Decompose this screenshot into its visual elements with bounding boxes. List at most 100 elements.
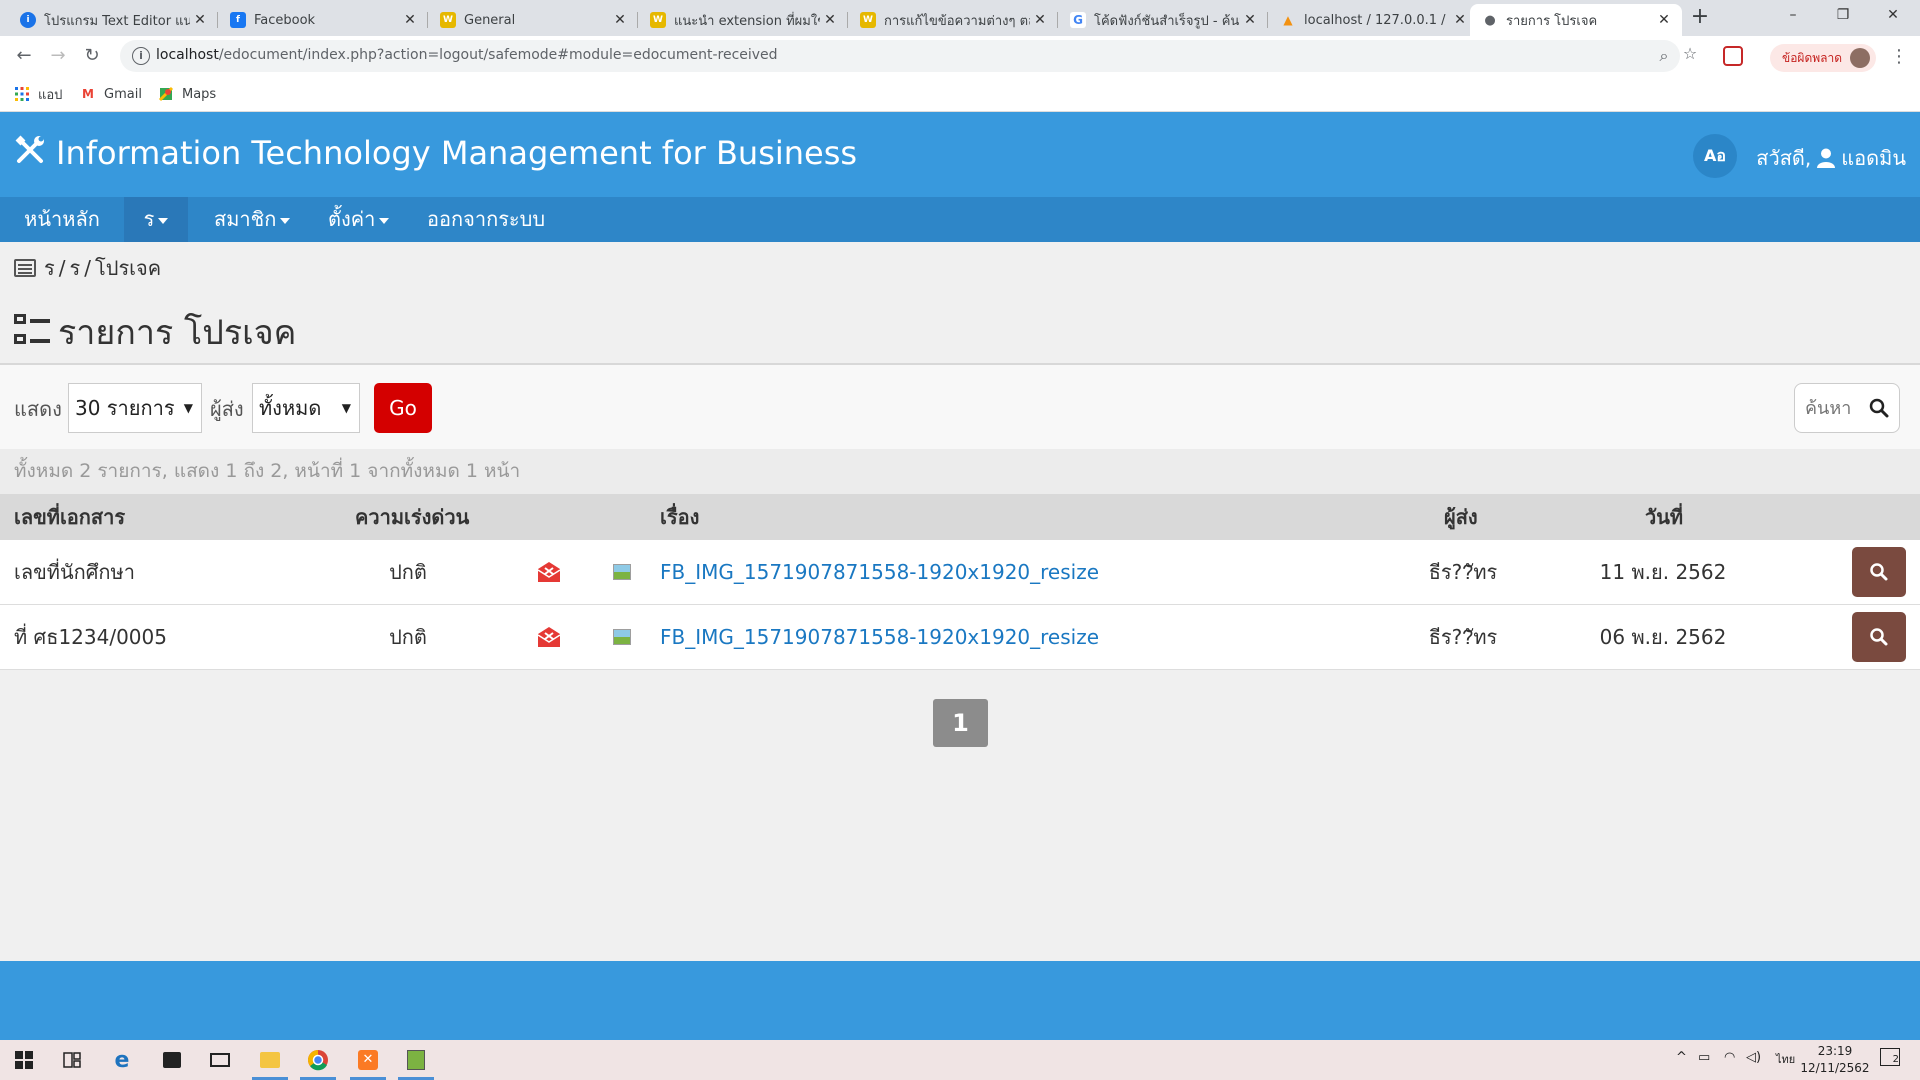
facebook-favicon-icon: f bbox=[230, 12, 246, 28]
column-header-sender[interactable]: ผู้ส่ง bbox=[1444, 494, 1478, 540]
taskbar-xampp[interactable]: ✕ bbox=[346, 1044, 390, 1080]
browser-tab[interactable]: ▲ localhost / 127.0.0.1 / e ✕ bbox=[1268, 4, 1478, 36]
wifi-icon[interactable]: ◠ bbox=[1724, 1050, 1735, 1065]
battery-icon[interactable]: ▭ bbox=[1698, 1050, 1710, 1065]
nav-documents[interactable]: ร bbox=[124, 197, 188, 242]
breadcrumb: ร / ร / โปรเจค bbox=[14, 252, 161, 284]
breadcrumb-item[interactable]: ร bbox=[44, 252, 55, 284]
sender-select[interactable]: ทั้งหมด ▼ bbox=[252, 383, 360, 433]
table-row[interactable]: ที่ ศธ1234/0005 ปกติ FB_IMG_157190787155… bbox=[0, 605, 1920, 670]
browser-tab-strip: i โปรแกรม Text Editor แนะ ✕ f Facebook ✕… bbox=[0, 0, 1920, 36]
close-icon[interactable]: ✕ bbox=[820, 12, 840, 28]
user-greeting[interactable]: สวัสดี, แอดมิน bbox=[1756, 142, 1906, 174]
breadcrumb-item[interactable]: ร bbox=[70, 252, 81, 284]
pagination-current-page[interactable]: 1 bbox=[933, 699, 988, 747]
search-icon[interactable] bbox=[1869, 398, 1889, 418]
restore-button[interactable]: ❐ bbox=[1820, 0, 1866, 30]
tab-title: localhost / 127.0.0.1 / e bbox=[1304, 12, 1450, 28]
taskbar-edge[interactable]: e bbox=[100, 1044, 144, 1076]
url-text[interactable]: localhost/edocument/index.php?action=log… bbox=[156, 47, 778, 63]
system-clock[interactable]: 23:19 12/11/2562 bbox=[1800, 1043, 1870, 1077]
reload-button[interactable]: ↻ bbox=[80, 44, 104, 68]
close-icon[interactable]: ✕ bbox=[190, 12, 210, 28]
new-tab-button[interactable]: + bbox=[1688, 6, 1712, 30]
forward-button[interactable]: → bbox=[46, 44, 70, 68]
table-row[interactable]: เลขที่นักศึกษา ปกติ FB_IMG_1571907871558… bbox=[0, 540, 1920, 605]
browser-tab[interactable]: G โค้ดฟังก์ชันสำเร็จรูป - ค้นห ✕ bbox=[1058, 4, 1268, 36]
windows-taskbar: e ✕ ^ ▭ ◠ ◁) ไทย 23:19 12/11/2562 2 bbox=[0, 1040, 1920, 1080]
windows-icon bbox=[15, 1051, 33, 1069]
close-icon[interactable]: ✕ bbox=[400, 12, 420, 28]
column-header-subject[interactable]: เรื่อง bbox=[660, 494, 699, 540]
notifications-icon[interactable]: 2 bbox=[1880, 1048, 1900, 1066]
extension-icon[interactable] bbox=[1723, 46, 1743, 66]
mail-icon bbox=[210, 1053, 230, 1067]
nav-logout[interactable]: ออกจากระบบ bbox=[427, 197, 545, 242]
phpmyadmin-favicon-icon: ▲ bbox=[1283, 13, 1293, 27]
nav-settings[interactable]: ตั้งค่า bbox=[328, 197, 390, 242]
dropdown-arrow-icon: ▼ bbox=[183, 401, 193, 415]
tab-title: การแก้ไขข้อความต่างๆ ตลอ bbox=[884, 13, 1030, 29]
google-favicon-icon: G bbox=[1070, 12, 1086, 28]
task-view-button[interactable] bbox=[50, 1044, 94, 1076]
close-window-button[interactable]: ✕ bbox=[1870, 0, 1916, 30]
taskbar-store[interactable] bbox=[150, 1044, 194, 1076]
user-name: แอดมิน bbox=[1841, 146, 1906, 170]
app-title[interactable]: Information Technology Management for Bu… bbox=[56, 134, 857, 172]
start-button[interactable] bbox=[2, 1044, 46, 1076]
browser-tab[interactable]: W การแก้ไขข้อความต่างๆ ตลอ ✕ bbox=[848, 4, 1058, 36]
sender-cell: ธีร??ัทร bbox=[1428, 625, 1498, 649]
volume-icon[interactable]: ◁) bbox=[1746, 1050, 1761, 1065]
minimize-button[interactable]: – bbox=[1770, 0, 1816, 30]
close-icon[interactable]: ✕ bbox=[1030, 12, 1050, 28]
tab-title: Facebook bbox=[254, 12, 316, 28]
user-icon bbox=[1817, 148, 1836, 168]
tray-chevron-icon[interactable]: ^ bbox=[1676, 1050, 1687, 1065]
doc-no-cell: ที่ ศธ1234/0005 bbox=[14, 625, 167, 649]
bookmark-star-icon[interactable]: ☆ bbox=[1680, 44, 1700, 64]
taskbar-notepad[interactable] bbox=[394, 1044, 438, 1080]
browser-tab[interactable]: W แนะนำ extension ที่ผมใช้ใ ✕ bbox=[638, 4, 848, 36]
column-header-urgency[interactable]: ความเร่งด่วน bbox=[355, 494, 469, 540]
close-icon[interactable]: ✕ bbox=[1654, 12, 1674, 28]
close-icon[interactable]: ✕ bbox=[1450, 12, 1470, 28]
tab-title: โปรแกรม Text Editor แนะ bbox=[44, 13, 190, 29]
info-icon[interactable]: i bbox=[132, 47, 150, 65]
search-input[interactable] bbox=[1795, 384, 1869, 432]
close-icon[interactable]: ✕ bbox=[1240, 12, 1260, 28]
column-header-date[interactable]: วันที่ bbox=[1645, 494, 1683, 540]
bookmark-apps[interactable]: แอป bbox=[14, 84, 62, 104]
profile-error-button[interactable]: ข้อผิดพลาด bbox=[1770, 44, 1876, 72]
show-count-select[interactable]: 30 รายการ ▼ bbox=[68, 383, 202, 433]
taskbar-mail[interactable] bbox=[198, 1044, 242, 1076]
back-button[interactable]: ← bbox=[12, 44, 36, 68]
input-language[interactable]: ไทย bbox=[1776, 1050, 1795, 1068]
address-bar[interactable]: i localhost/edocument/index.php?action=l… bbox=[120, 40, 1680, 72]
browser-tab[interactable]: i โปรแกรม Text Editor แนะ ✕ bbox=[8, 4, 218, 36]
subject-link[interactable]: FB_IMG_1571907871558-1920x1920_resize bbox=[660, 605, 1099, 669]
nav-home[interactable]: หน้าหลัก bbox=[0, 197, 124, 242]
nav-members[interactable]: สมาชิก bbox=[214, 197, 291, 242]
view-button[interactable] bbox=[1852, 547, 1906, 597]
close-icon[interactable]: ✕ bbox=[610, 12, 630, 28]
browser-tab-active[interactable]: ● รายการ โปรเจค ✕ bbox=[1470, 4, 1682, 36]
language-button[interactable]: Aอ bbox=[1693, 134, 1737, 178]
search-box bbox=[1794, 383, 1900, 433]
column-header-doc-no[interactable]: เลขที่เอกสาร bbox=[14, 494, 125, 540]
taskbar-chrome[interactable] bbox=[296, 1044, 340, 1080]
sender-label: ผู้ส่ง bbox=[210, 397, 244, 421]
caret-down-icon bbox=[379, 217, 390, 224]
zoom-icon[interactable]: ⌕ bbox=[1654, 46, 1674, 66]
unread-mail-icon bbox=[537, 562, 561, 582]
browser-tab[interactable]: W General ✕ bbox=[428, 4, 638, 36]
view-button[interactable] bbox=[1852, 612, 1906, 662]
taskbar-file-explorer[interactable] bbox=[248, 1044, 292, 1080]
bookmark-maps[interactable]: Maps bbox=[158, 84, 216, 104]
image-file-icon bbox=[613, 564, 631, 580]
browser-tab[interactable]: f Facebook ✕ bbox=[218, 4, 428, 36]
subject-link[interactable]: FB_IMG_1571907871558-1920x1920_resize bbox=[660, 540, 1099, 604]
bookmark-gmail[interactable]: M Gmail bbox=[80, 84, 142, 104]
go-button[interactable]: Go bbox=[374, 383, 432, 433]
browser-menu-icon[interactable]: ⋮ bbox=[1890, 46, 1908, 70]
checklist-icon bbox=[14, 314, 50, 350]
